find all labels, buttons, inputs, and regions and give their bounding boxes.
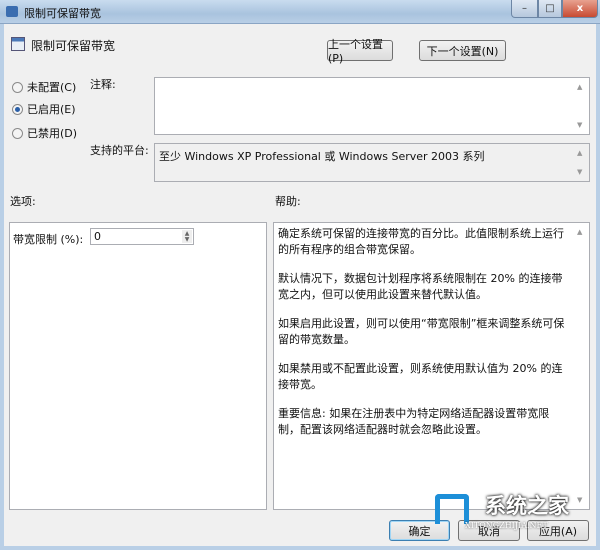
comment-textarea[interactable]: ▲ ▼ <box>154 77 590 135</box>
help-paragraph: 确定系统可保留的连接带宽的百分比。此值限制系统上运行的所有程序的组合带宽保留。 <box>278 227 564 256</box>
radio-circle[interactable] <box>12 127 23 139</box>
comment-label: 注释: <box>90 78 116 91</box>
radio-enabled[interactable]: 已启用(E) <box>12 101 76 117</box>
help-paragraph: 重要信息: 如果在注册表中为特定网络适配器设置带宽限制，配置该网络适配器时就会忽… <box>278 407 550 436</box>
radio-label: 未配置(C) <box>27 81 77 94</box>
close-button[interactable]: x <box>562 0 598 18</box>
spin-down-icon[interactable]: ▼ <box>182 236 192 243</box>
ok-button[interactable]: 确定 <box>389 520 450 541</box>
help-paragraph: 默认情况下，数据包计划程序将系统限制在 20% 的连接带宽之内，但可以使用此设置… <box>278 272 563 301</box>
radio-label: 已启用(E) <box>27 103 76 116</box>
help-panel: 确定系统可保留的连接带宽的百分比。此值限制系统上运行的所有程序的组合带宽保留。 … <box>273 222 590 510</box>
previous-setting-button[interactable]: 上一个设置(P) <box>327 38 393 65</box>
app-icon <box>6 6 18 17</box>
next-setting-button[interactable]: 下一个设置(N) <box>419 40 506 61</box>
help-paragraph: 如果禁用或不配置此设置，则系统使用默认值为 20% 的连接带宽。 <box>278 362 563 391</box>
policy-title: 限制可保留带宽 <box>31 39 116 53</box>
minimize-button[interactable]: – <box>511 0 538 18</box>
title-bar: 限制可保留带宽 – □ x <box>0 0 600 24</box>
radio-disabled[interactable]: 已禁用(D) <box>12 125 77 141</box>
bandwidth-limit-value[interactable]: 0 <box>94 230 101 243</box>
comment-scrollbar[interactable]: ▲ ▼ <box>574 79 588 133</box>
help-scrollbar[interactable]: ▲ ▼ <box>574 224 588 508</box>
bandwidth-limit-label: 带宽限制 (%): <box>13 233 84 246</box>
apply-button[interactable]: 应用(A) <box>527 520 589 541</box>
options-label: 选项: <box>10 195 36 208</box>
window-title: 限制可保留带宽 <box>24 7 101 20</box>
cancel-button[interactable]: 取消 <box>458 520 520 541</box>
radio-not-configured[interactable]: 未配置(C) <box>12 79 76 95</box>
platform-box: 至少 Windows XP Professional 或 Windows Ser… <box>154 143 590 182</box>
platform-label: 支持的平台: <box>90 144 149 157</box>
options-panel: 带宽限制 (%): 0 ▲ ▼ <box>9 222 267 510</box>
maximize-button[interactable]: □ <box>538 0 562 18</box>
bandwidth-limit-spinner[interactable]: 0 ▲ ▼ <box>90 228 194 245</box>
radio-label: 已禁用(D) <box>27 127 78 140</box>
radio-circle[interactable] <box>12 103 23 115</box>
platform-scrollbar[interactable]: ▲ ▼ <box>574 145 588 180</box>
platform-value: 至少 Windows XP Professional 或 Windows Ser… <box>159 150 485 163</box>
radio-circle[interactable] <box>12 81 23 93</box>
help-paragraph: 如果启用此设置，则可以使用“带宽限制”框来调整系统可保留的带宽数量。 <box>278 317 565 346</box>
policy-icon <box>11 37 25 51</box>
help-label: 帮助: <box>275 195 301 208</box>
